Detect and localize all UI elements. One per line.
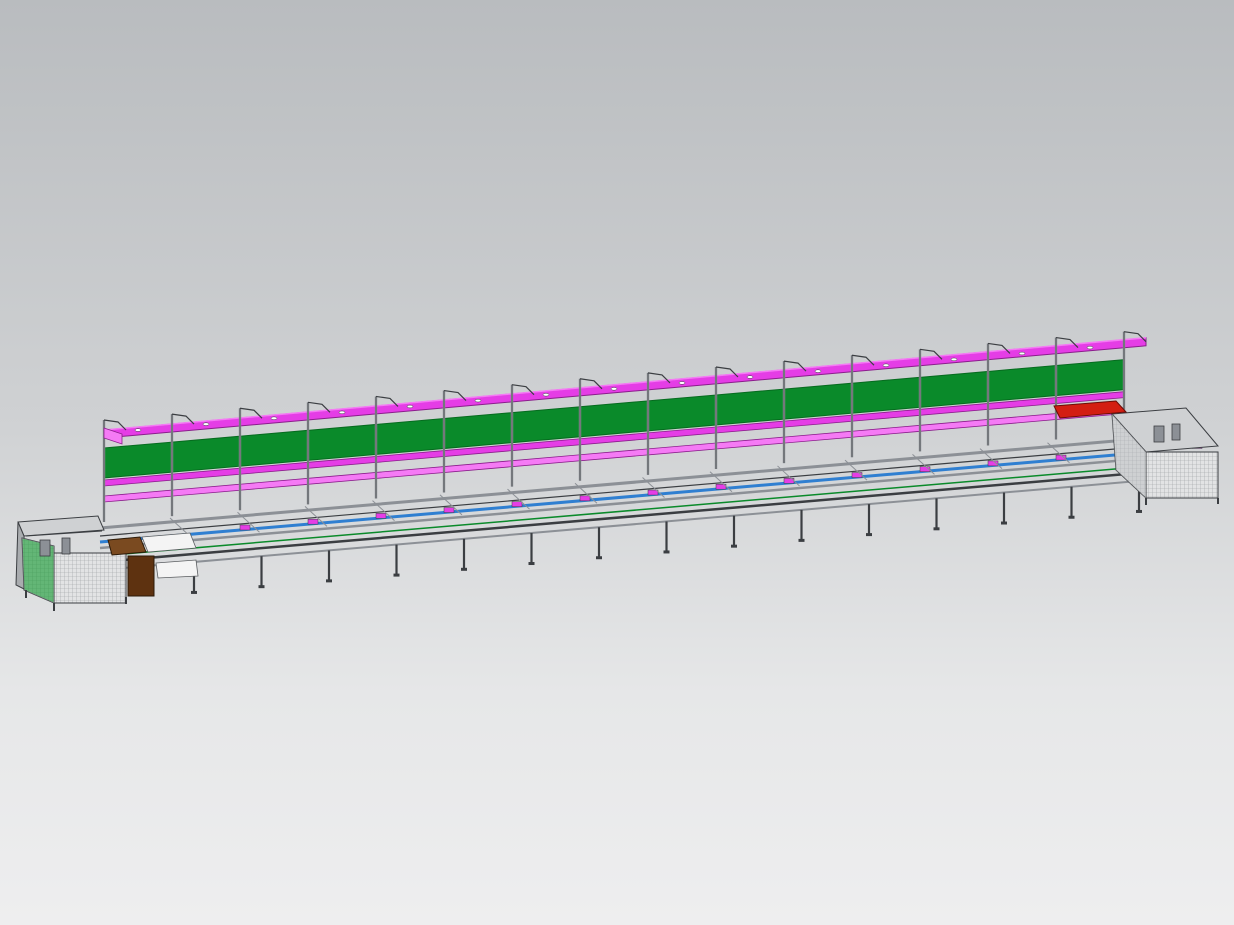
leg-foot	[326, 579, 332, 583]
lower-shelf	[307, 472, 377, 485]
right-end-cabinet	[1110, 407, 1220, 505]
light-fixture	[610, 387, 618, 391]
lower-shelf	[239, 477, 309, 491]
assembly-line-model	[15, 331, 1220, 611]
green-panel	[103, 441, 173, 479]
lower-shelf	[783, 430, 853, 444]
leg-foot	[663, 550, 670, 554]
green-panel	[851, 376, 921, 414]
conveyor-rail-6	[99, 479, 1151, 571]
lower-shelf	[103, 489, 173, 503]
light-fixture	[202, 422, 210, 426]
green-panel	[987, 365, 1057, 402]
lower-shelf	[647, 442, 717, 456]
leg-foot	[866, 533, 872, 537]
light-fixture	[474, 398, 482, 403]
green-panel	[375, 418, 445, 455]
conveyor-marker	[375, 513, 387, 519]
light-fixture	[338, 410, 346, 415]
light-fixture	[746, 375, 754, 379]
leg-foot	[258, 585, 265, 589]
leg-foot	[798, 538, 805, 542]
green-panel	[783, 382, 853, 420]
light-fixture	[270, 416, 278, 420]
leg-foot	[596, 556, 602, 560]
conveyor-marker	[1055, 454, 1067, 461]
green-panel	[239, 429, 309, 467]
light-fixture	[950, 357, 958, 362]
lower-shelf	[511, 454, 581, 468]
green-panel	[579, 400, 649, 438]
lower-shelf	[987, 413, 1057, 426]
green-panel	[171, 435, 241, 473]
conveyor-rail-4	[99, 465, 1151, 557]
leg-foot	[1136, 509, 1142, 513]
light-fixture	[406, 404, 414, 409]
leg-foot	[191, 590, 197, 594]
conveyor-marker	[511, 501, 523, 507]
light-fixture	[1086, 345, 1094, 350]
green-panel	[647, 394, 717, 432]
light-fixture	[678, 381, 686, 385]
leg-foot	[1068, 515, 1075, 519]
conveyor-marker	[443, 507, 455, 513]
cad-viewport[interactable]	[0, 0, 1234, 925]
leg-foot	[461, 567, 467, 571]
conveyor-marker	[579, 495, 591, 502]
light-fixture	[814, 369, 822, 373]
conveyor-marker	[239, 524, 251, 531]
light-fixture	[542, 393, 550, 397]
left-end-cabinet	[15, 515, 127, 611]
leg-foot	[933, 527, 940, 531]
green-panel	[715, 388, 785, 426]
lower-shelf	[715, 436, 785, 450]
green-panel	[307, 423, 377, 461]
conveyor-marker	[307, 518, 319, 525]
green-panel	[511, 406, 581, 444]
lower-shelf	[375, 466, 445, 479]
light-fixture	[1018, 351, 1026, 356]
leg-foot	[1001, 521, 1007, 525]
leg-foot	[731, 544, 737, 548]
leg-foot	[393, 573, 400, 577]
lower-shelf	[443, 460, 513, 473]
lower-shelf	[171, 483, 241, 497]
light-fixture	[882, 363, 890, 367]
lower-shelf	[919, 419, 989, 432]
leg-foot	[528, 562, 535, 566]
green-panel	[1055, 359, 1125, 397]
lower-shelf	[851, 424, 921, 438]
lower-shelf	[579, 448, 649, 462]
conveyor-marker	[851, 472, 863, 478]
light-fixture	[134, 428, 142, 432]
green-panel	[443, 412, 513, 450]
green-panel	[919, 370, 989, 408]
